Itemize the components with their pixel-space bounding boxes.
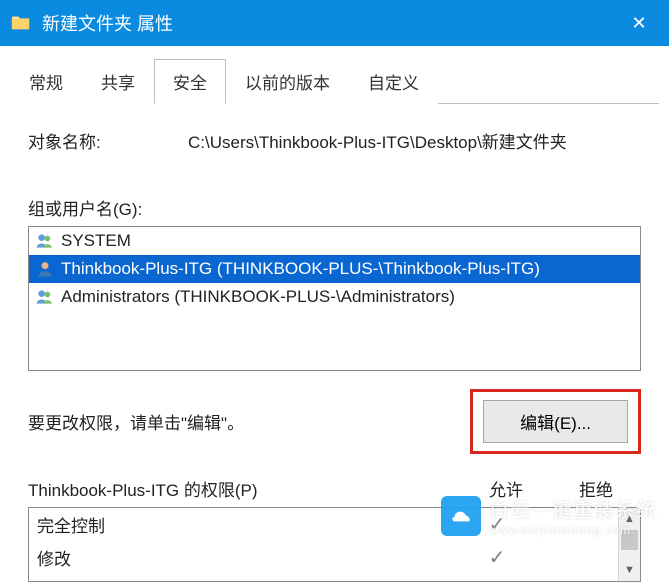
edit-button-label: 编辑(E)... xyxy=(520,414,591,433)
groups-users-label: 组或用户名(G): xyxy=(28,195,641,220)
object-name-value: C:\Users\Thinkbook-Plus-ITG\Desktop\新建文件… xyxy=(188,128,641,153)
tab-label: 安全 xyxy=(173,74,207,93)
edit-row: 要更改权限，请单击"编辑"。 编辑(E)... xyxy=(28,389,641,454)
list-item-label: SYSTEM xyxy=(61,231,131,251)
tab-strip: 常规 共享 安全 以前的版本 自定义 xyxy=(10,58,659,104)
edit-button[interactable]: 编辑(E)... xyxy=(483,400,628,443)
permission-name: 完全控制 xyxy=(37,512,452,537)
chevron-down-icon: ▼ xyxy=(624,564,635,576)
permissions-for-label: Thinkbook-Plus-ITG 的权限(P) xyxy=(28,476,461,501)
object-name-row: 对象名称: C:\Users\Thinkbook-Plus-ITG\Deskto… xyxy=(28,128,641,153)
tab-label: 常规 xyxy=(29,74,63,93)
list-item-label: Thinkbook-Plus-ITG (THINKBOOK-PLUS-\Thin… xyxy=(61,259,540,279)
permission-allow-check: ✓ xyxy=(452,545,542,570)
watermark: 白云一键重装系统 www.baiyunxitong.com xyxy=(441,494,657,537)
list-item[interactable]: Administrators (THINKBOOK-PLUS-\Administ… xyxy=(29,283,640,311)
titlebar: 新建文件夹 属性 ✕ xyxy=(0,0,669,46)
tab-label: 以前的版本 xyxy=(245,74,330,93)
watermark-text: 白云一键重装系统 www.baiyunxitong.com xyxy=(489,494,657,537)
watermark-logo-icon xyxy=(441,496,481,536)
permission-row: 读取和执行 xyxy=(29,574,640,582)
users-group-icon xyxy=(35,231,55,251)
checkmark-icon: ✓ xyxy=(489,547,506,569)
tab-label: 自定义 xyxy=(368,74,419,93)
close-icon: ✕ xyxy=(631,13,646,34)
tab-general[interactable]: 常规 xyxy=(10,59,82,104)
tab-security[interactable]: 安全 xyxy=(154,59,226,104)
scroll-down-button[interactable]: ▼ xyxy=(619,559,640,581)
list-item[interactable]: Thinkbook-Plus-ITG (THINKBOOK-PLUS-\Thin… xyxy=(29,255,640,283)
permission-name: 修改 xyxy=(37,545,452,570)
tab-customize[interactable]: 自定义 xyxy=(349,59,438,104)
folder-icon xyxy=(10,12,32,34)
watermark-title: 白云一键重装系统 xyxy=(489,494,657,523)
object-name-label: 对象名称: xyxy=(28,128,188,153)
edit-hint-text: 要更改权限，请单击"编辑"。 xyxy=(28,409,470,434)
tab-previous-versions[interactable]: 以前的版本 xyxy=(226,59,349,104)
users-listbox[interactable]: SYSTEM Thinkbook-Plus-ITG (THINKBOOK-PLU… xyxy=(28,226,641,371)
window-title: 新建文件夹 属性 xyxy=(42,10,609,36)
list-item-label: Administrators (THINKBOOK-PLUS-\Administ… xyxy=(61,287,455,307)
permission-row: 修改 ✓ xyxy=(29,541,640,574)
list-item[interactable]: SYSTEM xyxy=(29,227,640,255)
users-group-icon xyxy=(35,287,55,307)
tab-label: 共享 xyxy=(101,74,135,93)
close-button[interactable]: ✕ xyxy=(609,0,669,46)
edit-button-highlight: 编辑(E)... xyxy=(470,389,641,454)
watermark-url: www.baiyunxitong.com xyxy=(489,523,657,537)
user-icon xyxy=(35,259,55,279)
tab-sharing[interactable]: 共享 xyxy=(82,59,154,104)
permission-name: 读取和执行 xyxy=(37,578,452,582)
